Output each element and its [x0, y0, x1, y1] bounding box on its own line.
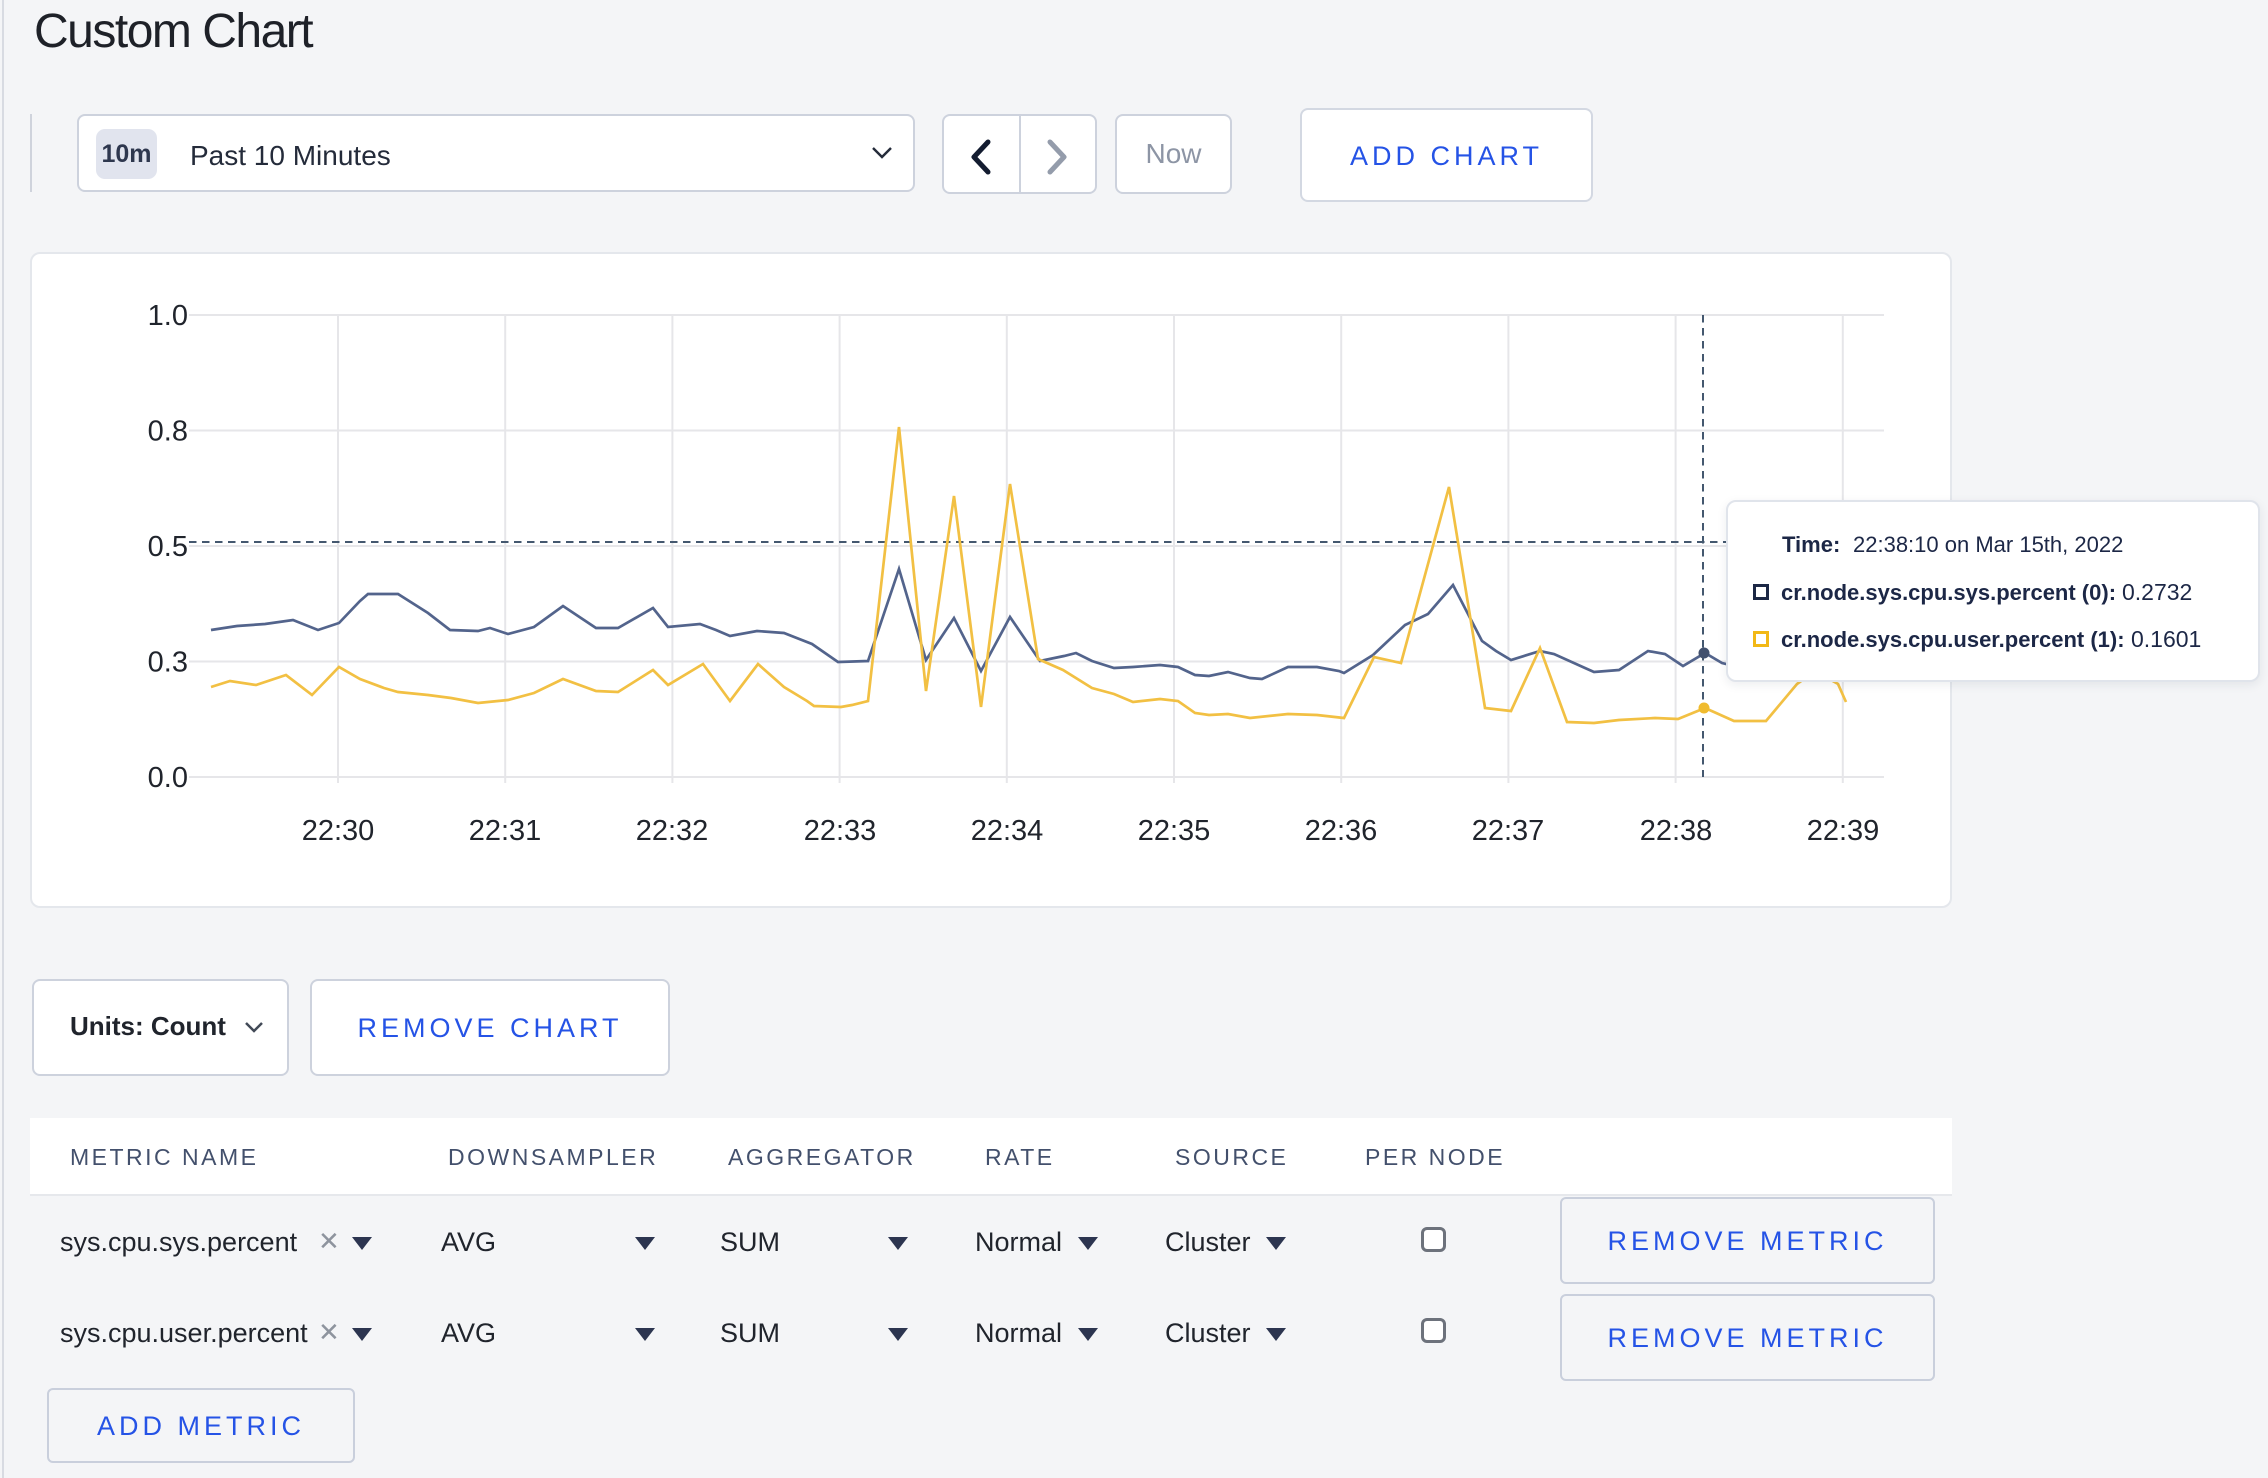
svg-text:22:34: 22:34 — [971, 815, 1044, 847]
svg-text:22:39: 22:39 — [1807, 815, 1880, 847]
svg-text:22:30: 22:30 — [302, 815, 375, 847]
svg-text:22:38: 22:38 — [1640, 815, 1713, 847]
svg-text:0.3: 0.3 — [148, 647, 188, 679]
svg-text:0.0: 0.0 — [148, 762, 188, 794]
svg-text:0.5: 0.5 — [148, 531, 188, 563]
svg-text:22:35: 22:35 — [1138, 815, 1211, 847]
svg-text:0.8: 0.8 — [148, 416, 188, 448]
svg-text:22:32: 22:32 — [636, 815, 709, 847]
svg-text:22:37: 22:37 — [1472, 815, 1545, 847]
svg-text:1.0: 1.0 — [148, 300, 188, 332]
svg-text:22:31: 22:31 — [469, 815, 542, 847]
svg-text:22:33: 22:33 — [804, 815, 877, 847]
svg-text:22:36: 22:36 — [1305, 815, 1378, 847]
